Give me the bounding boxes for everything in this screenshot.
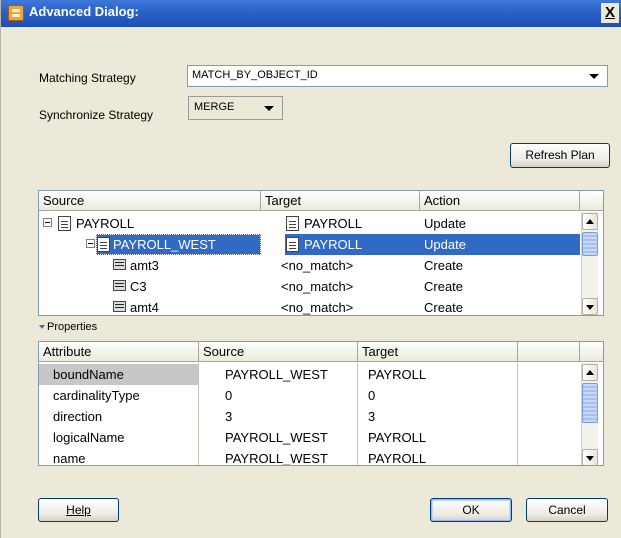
collapse-icon[interactable] <box>86 239 95 248</box>
properties-label: Properties <box>47 321 98 333</box>
table-row[interactable]: direction 3 3 <box>39 406 603 427</box>
column-header-blank <box>518 342 580 362</box>
expand-triangle-icon <box>39 325 45 330</box>
target-cell: PAYROLL <box>304 237 363 252</box>
table-icon <box>97 237 110 252</box>
table-row[interactable]: boundName PAYROLL_WEST PAYROLL <box>39 364 603 385</box>
source-cell: 3 <box>225 409 233 424</box>
help-button[interactable]: Help <box>38 498 119 522</box>
matching-strategy-select[interactable]: MATCH_BY_OBJECT_ID <box>187 65 608 87</box>
table-row[interactable]: name PAYROLL_WEST PAYROLL <box>39 448 603 466</box>
column-header-spacer <box>580 342 603 362</box>
grid-divider <box>517 363 518 465</box>
help-label: Help <box>66 503 91 517</box>
close-icon[interactable]: X <box>601 3 619 23</box>
target-cell: 3 <box>368 409 376 424</box>
target-cell: PAYROLL <box>368 451 427 466</box>
attribute-cell: name <box>53 451 86 466</box>
source-cell: C3 <box>130 279 147 294</box>
advanced-dialog: Advanced Dialog: X Matching Strategy MAT… <box>0 0 621 538</box>
target-cell: <no_match> <box>281 258 354 273</box>
column-header-attribute[interactable]: Attribute <box>39 342 199 362</box>
table-icon <box>286 237 299 252</box>
matching-strategy-label: Matching Strategy <box>39 71 136 85</box>
action-cell: Create <box>424 258 464 273</box>
arrow-down-icon <box>586 305 594 310</box>
refresh-plan-label: Refresh Plan <box>525 148 595 162</box>
column-header-source[interactable]: Source <box>199 342 358 362</box>
table-row-selected[interactable]: PAYROLL_WEST PAYROLL Update <box>39 234 603 255</box>
grid-divider <box>357 363 358 465</box>
target-cell: 0 <box>368 388 376 403</box>
title-bar[interactable]: Advanced Dialog: <box>1 0 621 27</box>
action-cell: Create <box>424 300 464 315</box>
target-cell: PAYROLL <box>304 216 363 231</box>
column-icon <box>113 280 126 291</box>
arrow-down-icon <box>586 456 594 461</box>
ok-label: OK <box>462 503 480 517</box>
target-cell: PAYROLL <box>368 430 427 445</box>
source-cell: 0 <box>225 388 233 403</box>
action-cell: Update <box>424 237 466 252</box>
target-cell: PAYROLL <box>368 367 427 382</box>
column-icon <box>113 259 126 270</box>
action-cell: Create <box>424 279 464 294</box>
column-header-target[interactable]: Target <box>358 342 518 362</box>
action-cell: Update <box>424 216 466 231</box>
arrow-up-icon <box>586 219 594 224</box>
source-cell: amt3 <box>130 258 159 273</box>
refresh-plan-button[interactable]: Refresh Plan <box>510 143 610 168</box>
app-icon <box>8 5 24 21</box>
table-row[interactable]: amt3 <no_match> Create <box>39 255 603 276</box>
source-cell: PAYROLL_WEST <box>113 237 216 252</box>
sync-strategy-label: Synchronize Strategy <box>39 108 154 122</box>
cancel-button[interactable]: Cancel <box>526 498 608 522</box>
table-icon <box>58 216 71 231</box>
arrow-up-icon <box>586 370 594 375</box>
source-cell: PAYROLL_WEST <box>225 430 328 445</box>
collapse-icon[interactable] <box>43 218 52 227</box>
table-row[interactable]: amt4 <no_match> Create <box>39 297 603 315</box>
ok-button[interactable]: OK <box>430 498 512 522</box>
properties-table: Attribute Source Target boundName PAYROL… <box>38 341 604 466</box>
table-row[interactable]: PAYROLL PAYROLL Update <box>39 213 603 234</box>
plan-scrollbar[interactable] <box>581 212 598 315</box>
attribute-cell: boundName <box>53 367 124 382</box>
table-row[interactable]: cardinalityType 0 0 <box>39 385 603 406</box>
sync-strategy-select[interactable]: MERGE <box>188 96 283 120</box>
table-icon <box>286 216 299 231</box>
table-row[interactable]: logicalName PAYROLL_WEST PAYROLL <box>39 427 603 448</box>
scroll-down-button[interactable] <box>582 449 598 465</box>
matching-strategy-value: MATCH_BY_OBJECT_ID <box>192 69 318 81</box>
attribute-cell: logicalName <box>53 430 125 445</box>
plan-table: Source Target Action PAYROLL PAYROLL Upd… <box>38 190 604 316</box>
grid-divider <box>198 363 199 465</box>
target-cell: <no_match> <box>281 279 354 294</box>
cancel-label: Cancel <box>548 503 586 517</box>
source-cell: PAYROLL_WEST <box>225 451 328 466</box>
properties-scrollbar[interactable] <box>581 363 598 465</box>
target-cell: <no_match> <box>281 300 354 315</box>
source-cell: PAYROLL_WEST <box>225 367 328 382</box>
source-cell: PAYROLL <box>76 216 135 231</box>
scroll-up-button[interactable] <box>582 364 598 381</box>
chevron-down-icon <box>589 74 599 79</box>
chevron-down-icon <box>264 106 274 111</box>
scroll-thumb[interactable] <box>582 383 598 423</box>
column-header-target[interactable]: Target <box>261 191 420 211</box>
column-icon <box>113 301 126 312</box>
column-header-source[interactable]: Source <box>39 191 261 211</box>
scroll-up-button[interactable] <box>582 213 598 230</box>
window-title: Advanced Dialog: <box>29 4 139 19</box>
table-row[interactable]: C3 <no_match> Create <box>39 276 603 297</box>
scroll-down-button[interactable] <box>582 298 598 315</box>
column-header-action[interactable]: Action <box>420 191 580 211</box>
properties-toggle[interactable]: Properties <box>39 321 97 333</box>
column-header-spacer <box>580 191 603 211</box>
attribute-cell: direction <box>53 409 103 424</box>
attribute-cell: cardinalityType <box>53 388 140 403</box>
scroll-thumb[interactable] <box>582 232 598 256</box>
source-cell: amt4 <box>130 300 159 315</box>
sync-strategy-value: MERGE <box>194 101 235 113</box>
